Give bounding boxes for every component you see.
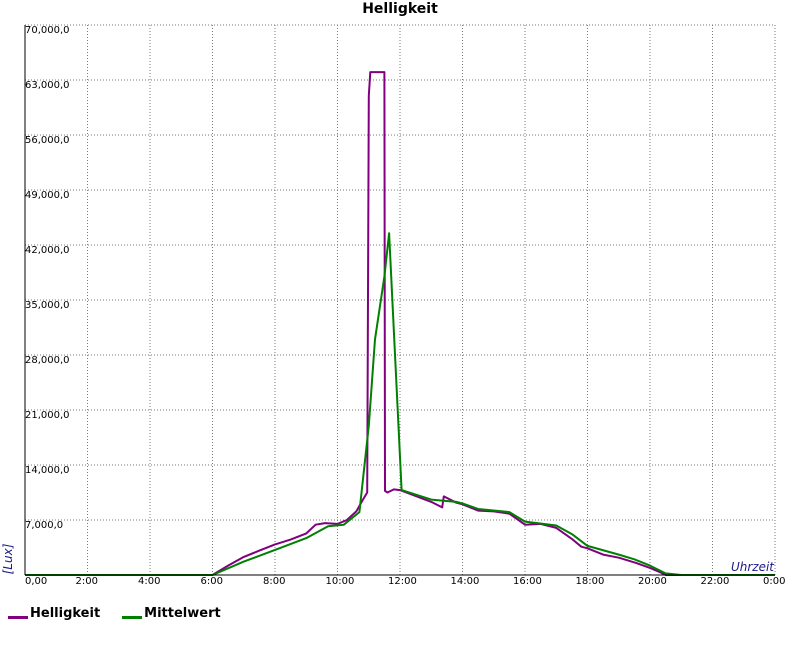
grid <box>25 24 776 575</box>
x-tick-label: 12:00 <box>388 576 417 587</box>
x-tick-label: 10:00 <box>326 576 355 587</box>
x-tick-label: 4:00 <box>138 576 160 587</box>
y-axis-label: [Lux] <box>1 543 15 574</box>
x-axis-label: Uhrzeit <box>731 560 775 574</box>
y-tick-label: 49,000,0 <box>25 190 70 201</box>
x-tick-label: 22:00 <box>701 576 730 587</box>
tick-labels: 0,00 2:00 4:00 6:00 8:00 10:00 12:00 14:00 16:00… <box>25 25 785 587</box>
legend-swatch-mittelwert <box>122 616 143 619</box>
x-tick-label: 2:00 <box>76 576 98 587</box>
x-tick-label: 6:00 <box>201 576 223 587</box>
x-tick-label: 14:00 <box>451 576 480 587</box>
y-tick-label: 63,000,0 <box>25 80 70 91</box>
y-tick-label: 28,000,0 <box>25 355 70 366</box>
y-tick-label: 42,000,0 <box>25 245 70 256</box>
legend-item-helligkeit[interactable]: Helligkeit <box>8 606 100 621</box>
x-tick-label: 0:00 <box>763 576 785 587</box>
y-tick-label: 70,000,0 <box>25 25 70 36</box>
x-tick-label: 18:00 <box>576 576 605 587</box>
chart: Helligkeit 0,00 2:00 4:00 6:00 8:00 10:00 12:0… <box>1 1 785 587</box>
x-tick-label: 16:00 <box>513 576 542 587</box>
y-tick-label: 56,000,0 <box>25 135 70 146</box>
legend-label-helligkeit: Helligkeit <box>30 606 101 621</box>
x-tick-label: 20:00 <box>638 576 667 587</box>
legend-label-mittelwert: Mittelwert <box>144 606 221 621</box>
x-tick-label: 8:00 <box>263 576 285 587</box>
chart-title: Helligkeit <box>362 1 438 17</box>
legend: Helligkeit Mittelwert <box>8 606 221 621</box>
y-tick-label: 35,000,0 <box>25 300 70 311</box>
x-tick-label: 0,00 <box>25 576 47 587</box>
legend-swatch-helligkeit <box>8 616 28 619</box>
y-tick-label: 7,000,0 <box>25 520 63 531</box>
legend-item-mittelwert[interactable]: Mittelwert <box>122 606 221 621</box>
y-tick-label: 21,000,0 <box>25 410 70 421</box>
y-tick-label: 14,000,0 <box>25 465 70 476</box>
